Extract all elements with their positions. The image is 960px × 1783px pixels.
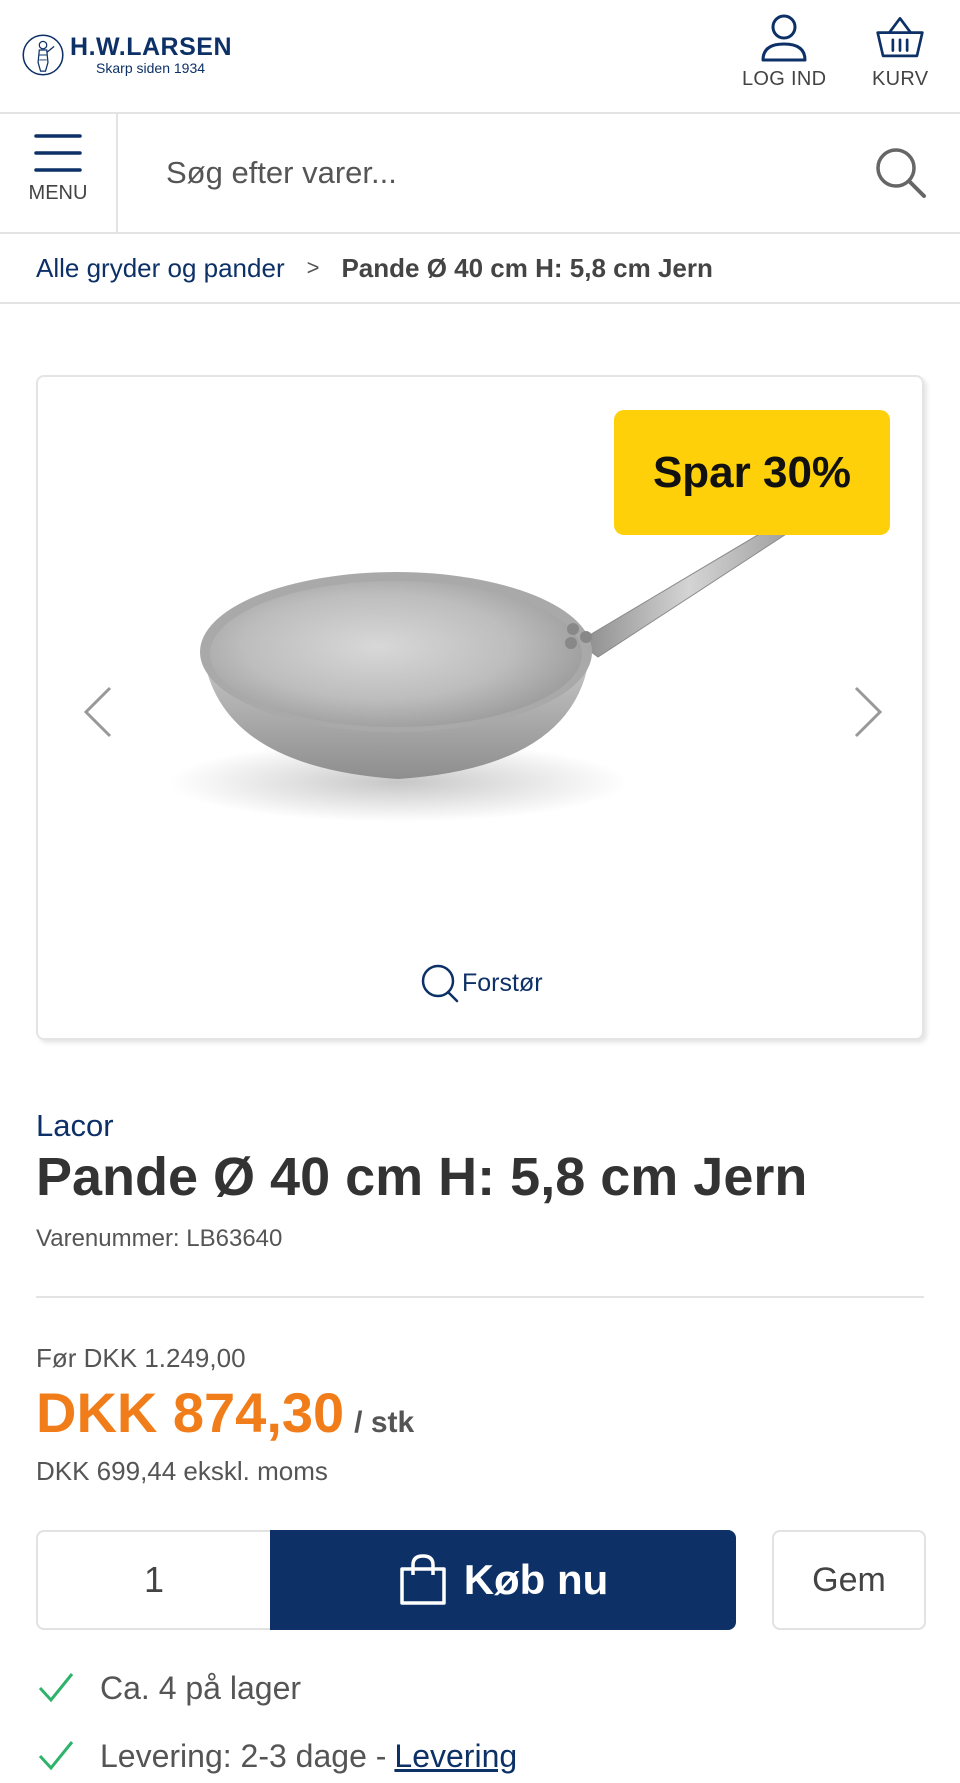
logo-emblem-icon — [22, 34, 64, 76]
save-button[interactable]: Gem — [772, 1530, 926, 1630]
buy-now-label: Køb nu — [463, 1556, 609, 1603]
stock-status: Ca. 4 på lager — [36, 1668, 301, 1708]
cart-button[interactable]: KURV — [872, 12, 928, 91]
delivery-link[interactable]: Levering — [394, 1738, 517, 1775]
discount-badge: Spar 30% — [614, 410, 890, 535]
zoom-button[interactable]: Forstør — [418, 962, 543, 1004]
search-input[interactable] — [118, 114, 838, 232]
divider — [36, 1296, 924, 1298]
breadcrumb-parent-link[interactable]: Alle gryder og pander — [36, 253, 285, 284]
quantity-input[interactable] — [36, 1530, 270, 1630]
product-title: Pande Ø 40 cm H: 5,8 cm Jern — [36, 1147, 808, 1207]
menu-label: MENU — [28, 182, 88, 204]
stock-text: Ca. 4 på lager — [100, 1669, 302, 1706]
delivery-info: Levering: 2-3 dage - Levering — [36, 1736, 517, 1776]
delivery-text: Levering: 2-3 dage - — [100, 1737, 387, 1774]
search-bar: MENU — [0, 114, 960, 234]
brand-link[interactable]: Lacor — [36, 1108, 114, 1144]
product-gallery: Spar 30% Forstør — [36, 375, 924, 1040]
logo-tagline: Skarp siden 1934 — [96, 60, 206, 76]
chevron-left-icon[interactable] — [78, 682, 118, 742]
old-price: Før DKK 1.249,00 — [36, 1343, 246, 1373]
buy-now-button[interactable]: Køb nu — [270, 1530, 736, 1630]
magnifier-icon — [421, 964, 459, 1003]
price-unit: / stk — [354, 1406, 415, 1439]
logo[interactable]: H.W.LARSEN Skarp siden 1934 — [22, 17, 232, 93]
user-icon — [761, 14, 807, 62]
cart-label: KURV — [872, 68, 929, 90]
price-row: DKK 874,30 / stk — [36, 1380, 414, 1445]
zoom-label: Forstør — [462, 968, 543, 997]
search-icon[interactable] — [872, 144, 930, 202]
checkmark-icon — [38, 1673, 74, 1703]
frying-pan-image[interactable] — [148, 517, 868, 857]
basket-icon — [876, 17, 924, 58]
current-price: DKK 874,30 — [36, 1381, 345, 1444]
breadcrumb-current: Pande Ø 40 cm H: 5,8 cm Jern — [341, 252, 713, 283]
logo-name: H.W.LARSEN — [70, 33, 232, 61]
breadcrumb-separator: > — [306, 255, 320, 280]
product-sku: Varenummer: LB63640 — [36, 1225, 283, 1252]
checkmark-icon — [38, 1741, 74, 1771]
shopping-bag-icon — [399, 1554, 446, 1605]
breadcrumb: Alle gryder og pander > Pande Ø 40 cm H:… — [0, 234, 960, 304]
chevron-right-icon[interactable] — [848, 682, 888, 742]
login-label: LOG IND — [742, 68, 827, 90]
hamburger-icon — [34, 134, 82, 172]
price-ex-vat: DKK 699,44 ekskl. moms — [36, 1456, 328, 1486]
menu-button[interactable]: MENU — [0, 114, 118, 232]
login-button[interactable]: LOG IND — [742, 12, 826, 91]
site-header: H.W.LARSEN Skarp siden 1934 LOG IND KURV — [0, 0, 960, 114]
